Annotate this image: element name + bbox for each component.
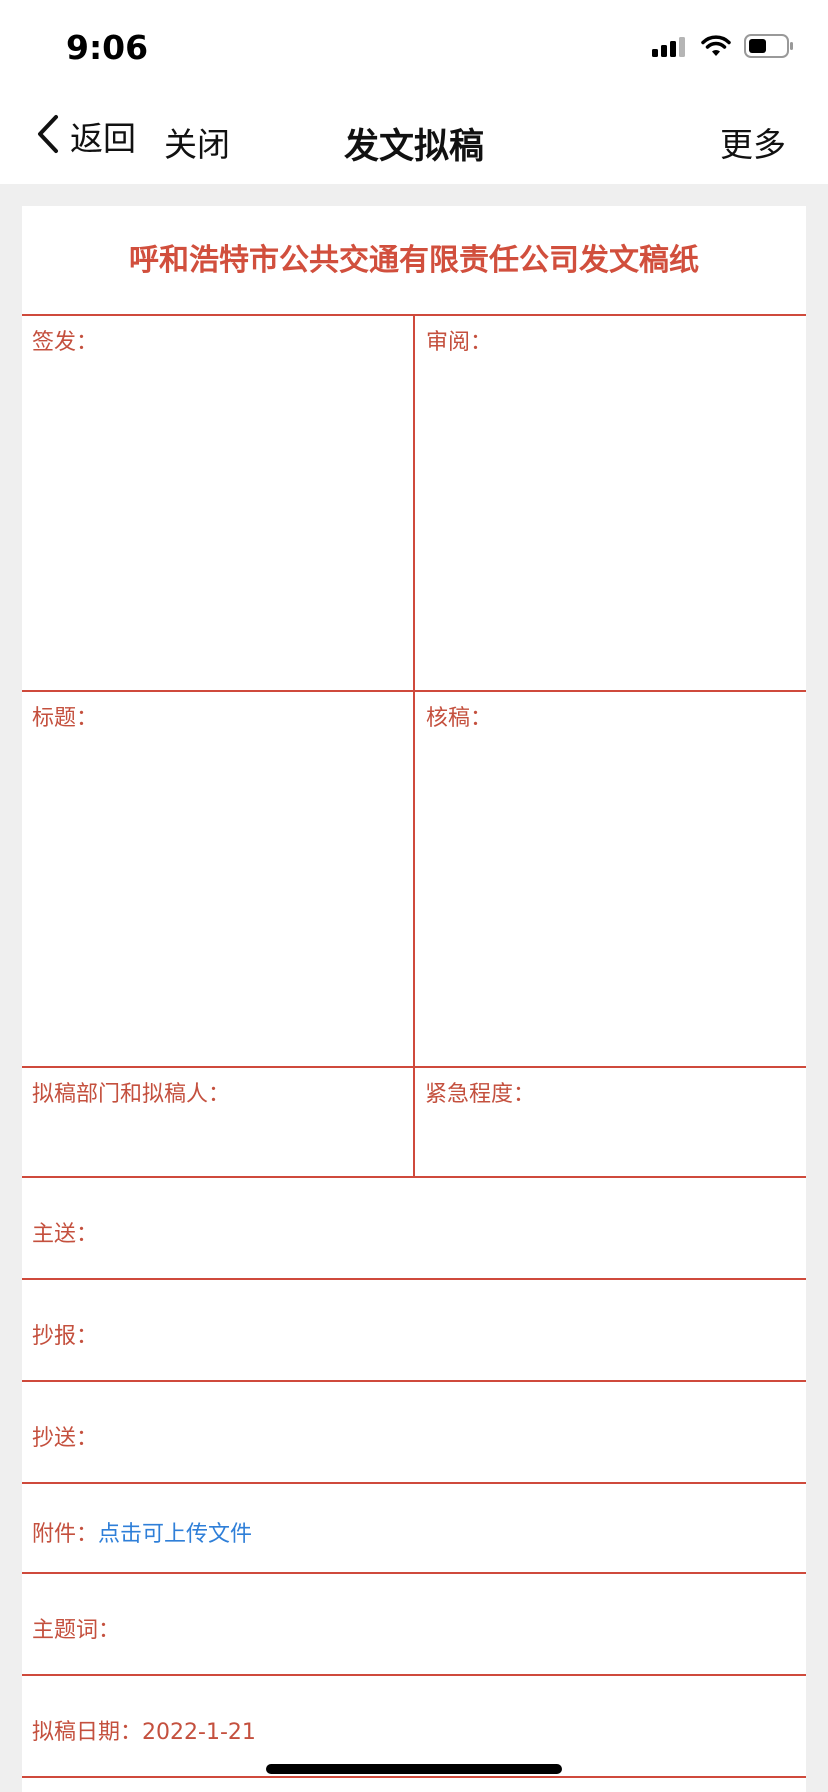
- subject-field[interactable]: 标题：: [22, 692, 413, 1066]
- report-to-label: 抄报：: [32, 1324, 99, 1349]
- battery-icon: [744, 34, 794, 62]
- upload-file-link[interactable]: 点击可上传文件: [98, 1522, 252, 1547]
- keywords-field[interactable]: 主题词：: [22, 1574, 806, 1674]
- home-indicator[interactable]: [266, 1764, 562, 1774]
- draft-date-label: 拟稿日期：: [32, 1720, 143, 1745]
- sign-field[interactable]: 签发：: [22, 316, 413, 690]
- cellular-signal-icon: [652, 35, 688, 61]
- keywords-label: 主题词：: [32, 1618, 121, 1643]
- drafter-label: 拟稿部门和拟稿人：: [32, 1082, 231, 1107]
- drafter-field[interactable]: 拟稿部门和拟稿人：: [22, 1068, 413, 1176]
- copy-to-label: 抄送：: [32, 1426, 99, 1451]
- back-label: 返回: [70, 119, 136, 158]
- back-button[interactable]: 返回: [36, 110, 136, 162]
- more-button[interactable]: 更多: [720, 118, 786, 166]
- main-send-field[interactable]: 主送：: [22, 1178, 806, 1278]
- sign-label: 签发：: [32, 330, 99, 355]
- copy-to-field[interactable]: 抄送：: [22, 1382, 806, 1482]
- main-send-label: 主送：: [32, 1222, 99, 1247]
- status-bar: 9:06: [0, 0, 828, 88]
- attachment-field: 附件：点击可上传文件: [32, 1516, 252, 1548]
- form-title: 呼和浩特市公共交通有限责任公司发文稿纸: [129, 243, 699, 278]
- draft-date-row: 拟稿日期：2022-1-21: [32, 1714, 256, 1746]
- status-time: 9:06: [66, 28, 149, 67]
- urgency-field[interactable]: 紧急程度：: [415, 1068, 806, 1176]
- review-label: 审阅：: [426, 330, 493, 355]
- review-field[interactable]: 审阅：: [415, 316, 806, 690]
- close-button[interactable]: 关闭: [164, 118, 230, 166]
- attachment-row: 附件：点击可上传文件: [22, 1484, 806, 1572]
- check-label: 核稿：: [426, 706, 493, 731]
- check-field[interactable]: 核稿：: [415, 692, 806, 1066]
- report-to-field[interactable]: 抄报：: [22, 1280, 806, 1380]
- subject-label: 标题：: [32, 706, 99, 731]
- divider: [22, 1776, 806, 1778]
- urgency-label: 紧急程度：: [425, 1082, 536, 1107]
- wifi-icon: [700, 34, 732, 62]
- attachment-label: 附件：: [32, 1522, 99, 1547]
- draft-form: 呼和浩特市公共交通有限责任公司发文稿纸 签发： 审阅： 标题： 核稿： 拟稿部门…: [22, 206, 806, 1792]
- chevron-left-icon: [36, 114, 60, 158]
- nav-bar: 返回 关闭 发文拟稿 更多: [0, 88, 828, 184]
- status-icons: [652, 34, 794, 62]
- draft-date-field[interactable]: 拟稿日期：2022-1-21: [22, 1676, 806, 1776]
- draft-date-value: 2022-1-21: [142, 1720, 256, 1745]
